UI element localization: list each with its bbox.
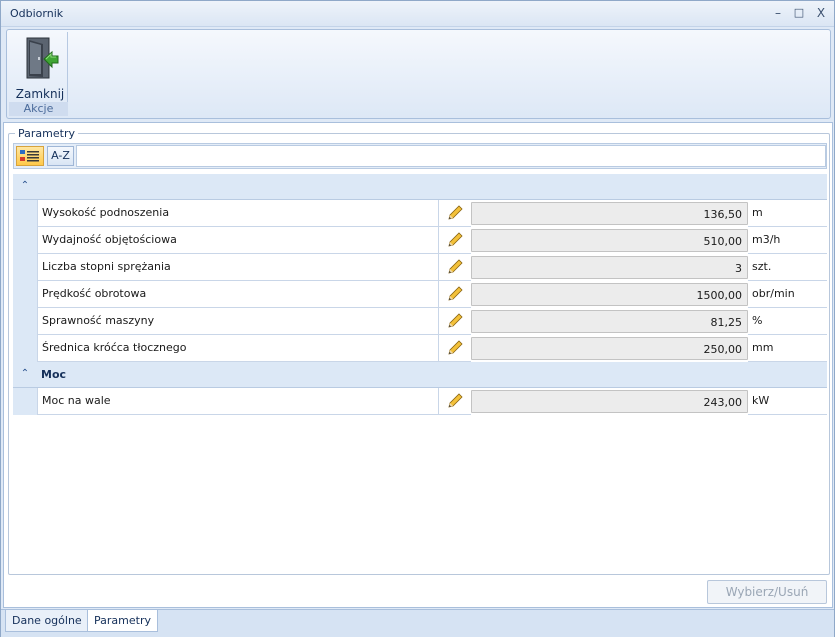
- edit-cell[interactable]: [439, 308, 471, 335]
- ribbon-group-label: Akcje: [9, 102, 68, 116]
- category-title: Moc: [41, 368, 67, 381]
- edit-cell[interactable]: [439, 388, 471, 415]
- pencil-icon[interactable]: [446, 339, 464, 357]
- row-gutter: [13, 254, 37, 281]
- property-row: Liczba stopni sprężania 3 szt.: [13, 254, 827, 281]
- parameters-legend: Parametry: [15, 127, 78, 140]
- categorized-view-button[interactable]: [16, 146, 44, 166]
- zamknij-button[interactable]: Zamknij: [10, 34, 68, 101]
- property-row: Prędkość obrotowa 1500,00 obr/min: [13, 281, 827, 308]
- row-gutter: [13, 227, 37, 254]
- property-name: Liczba stopni sprężania: [37, 254, 439, 281]
- property-unit: m: [752, 206, 763, 219]
- main-panel: Parametry A-Z ⌃ Wysokość podnoszenia 136…: [3, 122, 833, 608]
- property-row: Moc na wale 243,00 kW: [13, 388, 827, 415]
- window-title: Odbiornik: [10, 7, 64, 20]
- tab-parametry[interactable]: Parametry: [87, 610, 158, 632]
- property-grid-toolbar: A-Z: [13, 143, 827, 169]
- unit-cell: kW: [748, 388, 827, 415]
- alphabetical-sort-button[interactable]: A-Z: [47, 146, 74, 166]
- ribbon-group-akcje: Zamknij Akcje: [9, 32, 68, 116]
- property-value[interactable]: 81,25: [471, 310, 748, 333]
- property-value[interactable]: 1500,00: [471, 283, 748, 306]
- pencil-icon[interactable]: [446, 312, 464, 330]
- property-unit: szt.: [752, 260, 772, 273]
- unit-cell: m3/h: [748, 227, 827, 254]
- bottom-tab-bar: Dane ogólne Parametry: [1, 609, 834, 637]
- edit-cell[interactable]: [439, 200, 471, 227]
- property-unit: obr/min: [752, 287, 795, 300]
- row-gutter: [13, 200, 37, 227]
- exit-door-icon: [26, 37, 59, 79]
- property-unit: %: [752, 314, 763, 327]
- property-row: Sprawność maszyny 81,25 %: [13, 308, 827, 335]
- pencil-icon[interactable]: [446, 392, 464, 410]
- edit-cell[interactable]: [439, 335, 471, 362]
- categorized-icon: [20, 150, 39, 162]
- property-name: Moc na wale: [37, 388, 439, 415]
- property-value[interactable]: 250,00: [471, 337, 748, 360]
- maximize-button[interactable]: □: [792, 6, 806, 20]
- property-name: Średnica króćca tłocznego: [37, 335, 439, 362]
- property-row: Wysokość podnoszenia 136,50 m: [13, 200, 827, 227]
- pencil-icon[interactable]: [446, 285, 464, 303]
- property-value[interactable]: 243,00: [471, 390, 748, 413]
- tab-dane-ogolne[interactable]: Dane ogólne: [5, 610, 89, 632]
- property-row: Wydajność objętościowa 510,00 m3/h: [13, 227, 827, 254]
- row-gutter: [13, 281, 37, 308]
- property-unit: kW: [752, 394, 770, 407]
- unit-cell: m: [748, 200, 827, 227]
- edit-cell[interactable]: [439, 254, 471, 281]
- chevron-up-icon[interactable]: ⌃: [19, 368, 31, 380]
- property-name: Prędkość obrotowa: [37, 281, 439, 308]
- property-unit: m3/h: [752, 233, 781, 246]
- row-gutter: [13, 308, 37, 335]
- pencil-icon[interactable]: [446, 231, 464, 249]
- title-bar: Odbiornik – □ X: [1, 1, 834, 27]
- property-name: Wysokość podnoszenia: [37, 200, 439, 227]
- category-row-moc[interactable]: ⌃ Moc: [13, 362, 827, 388]
- unit-cell: szt.: [748, 254, 827, 281]
- edit-cell[interactable]: [439, 227, 471, 254]
- search-input[interactable]: [76, 145, 826, 167]
- minimize-button[interactable]: –: [771, 6, 785, 20]
- parameters-fieldset: Parametry A-Z ⌃ Wysokość podnoszenia 136…: [8, 127, 830, 575]
- close-window-button[interactable]: X: [814, 6, 828, 20]
- select-remove-button[interactable]: Wybierz/Usuń: [707, 580, 827, 604]
- unit-cell: %: [748, 308, 827, 335]
- ribbon: Zamknij Akcje: [6, 29, 831, 119]
- unit-cell: mm: [748, 335, 827, 362]
- edit-cell[interactable]: [439, 281, 471, 308]
- property-unit: mm: [752, 341, 774, 354]
- property-value[interactable]: 3: [471, 256, 748, 279]
- category-row-general[interactable]: ⌃: [13, 174, 827, 200]
- pencil-icon[interactable]: [446, 204, 464, 222]
- property-row: Średnica króćca tłocznego 250,00 mm: [13, 335, 827, 362]
- property-name: Wydajność objętościowa: [37, 227, 439, 254]
- row-gutter: [13, 335, 37, 362]
- odbiornik-window: Odbiornik – □ X Zamknij Akcje Parametry: [0, 0, 835, 637]
- chevron-up-icon[interactable]: ⌃: [19, 180, 31, 192]
- row-gutter: [13, 388, 37, 415]
- pencil-icon[interactable]: [446, 258, 464, 276]
- property-name: Sprawność maszyny: [37, 308, 439, 335]
- property-value[interactable]: 136,50: [471, 202, 748, 225]
- unit-cell: obr/min: [748, 281, 827, 308]
- property-value[interactable]: 510,00: [471, 229, 748, 252]
- zamknij-label: Zamknij: [15, 87, 65, 101]
